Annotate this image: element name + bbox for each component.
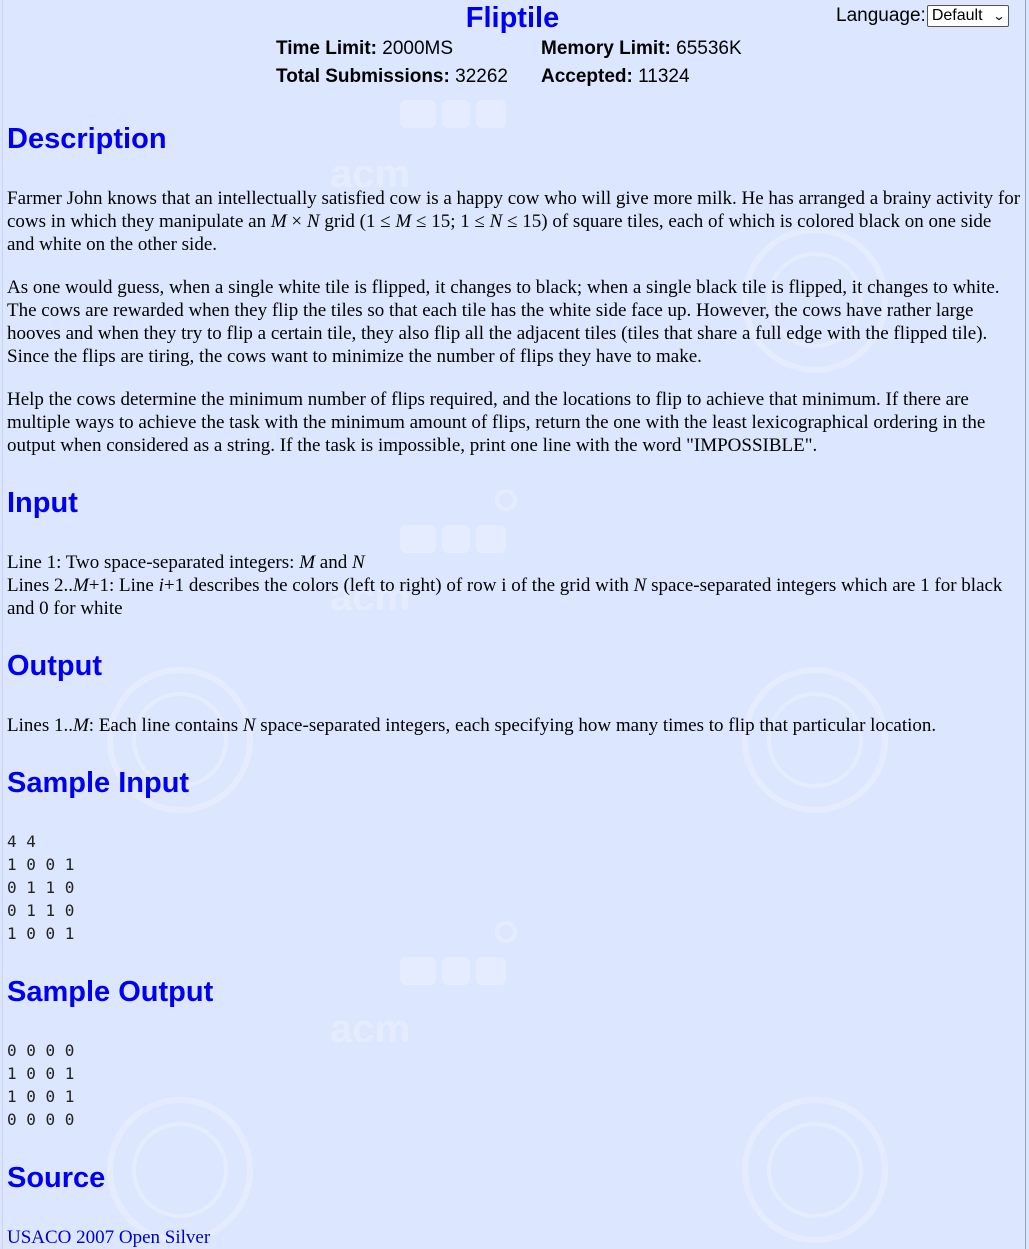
page-left-border (2, 0, 3, 1249)
language-selected-value: Default (931, 7, 983, 24)
input-heading: Input (7, 487, 78, 519)
output-heading: Output (7, 650, 103, 682)
sample-output-heading: Sample Output (7, 976, 214, 1008)
time-limit-label: Time Limit: (276, 38, 377, 59)
svg-text:acm: acm (330, 1007, 410, 1050)
source-text: USACO 2007 Open Silver (7, 1226, 1022, 1249)
description-heading: Description (7, 123, 167, 155)
sample-input-block: 4 4 1 0 0 1 0 1 1 0 0 1 1 0 1 0 0 1 (7, 832, 75, 943)
watermark-seal-5 (742, 1097, 888, 1243)
memory-limit-value: 65536K (676, 38, 742, 59)
page-right-border (1025, 0, 1026, 1249)
output-text: Lines 1..M: Each line contains N space-s… (7, 715, 937, 736)
language-selector: Language: Default ⌄ (836, 4, 1009, 28)
language-dropdown[interactable]: Default ⌄ (926, 5, 1009, 27)
accepted-value: 11324 (638, 66, 690, 87)
time-limit-value: 2000MS (382, 38, 454, 59)
total-submissions: Total Submissions: 32262 (276, 63, 508, 91)
watermark-seal-4 (107, 1097, 253, 1243)
source-heading: Source (7, 1162, 106, 1194)
watermark-acm-logo-1: acm (330, 100, 506, 195)
total-submissions-value: 32262 (455, 66, 508, 87)
language-label: Language: (836, 5, 926, 26)
description-paragraph-3: Help the cows determine the minimum numb… (7, 389, 986, 456)
watermark-acm-logo-3: acm (330, 921, 517, 1050)
sample-input-heading: Sample Input (7, 767, 190, 799)
input-text: Line 1: Two space-separated integers: M … (7, 552, 1003, 619)
chevron-down-icon: ⌄ (992, 9, 1006, 23)
memory-limit-label: Memory Limit: (541, 38, 671, 59)
watermark-seal-3 (742, 667, 888, 813)
description-paragraph-1: Farmer John knows that an intellectually… (7, 188, 1021, 255)
accepted-label: Accepted: (541, 66, 633, 87)
memory-limit: Memory Limit: 65536K (541, 35, 742, 63)
sample-output-block: 0 0 0 0 1 0 0 1 1 0 0 1 0 0 0 0 (7, 1041, 75, 1129)
description-paragraph-2: As one would guess, when a single white … (7, 277, 1000, 367)
accepted-count: Accepted: 11324 (541, 63, 690, 91)
time-limit: Time Limit: 2000MS (276, 35, 453, 63)
total-submissions-label: Total Submissions: (276, 66, 450, 87)
source-link[interactable]: USACO 2007 Open Silver (7, 1227, 210, 1248)
